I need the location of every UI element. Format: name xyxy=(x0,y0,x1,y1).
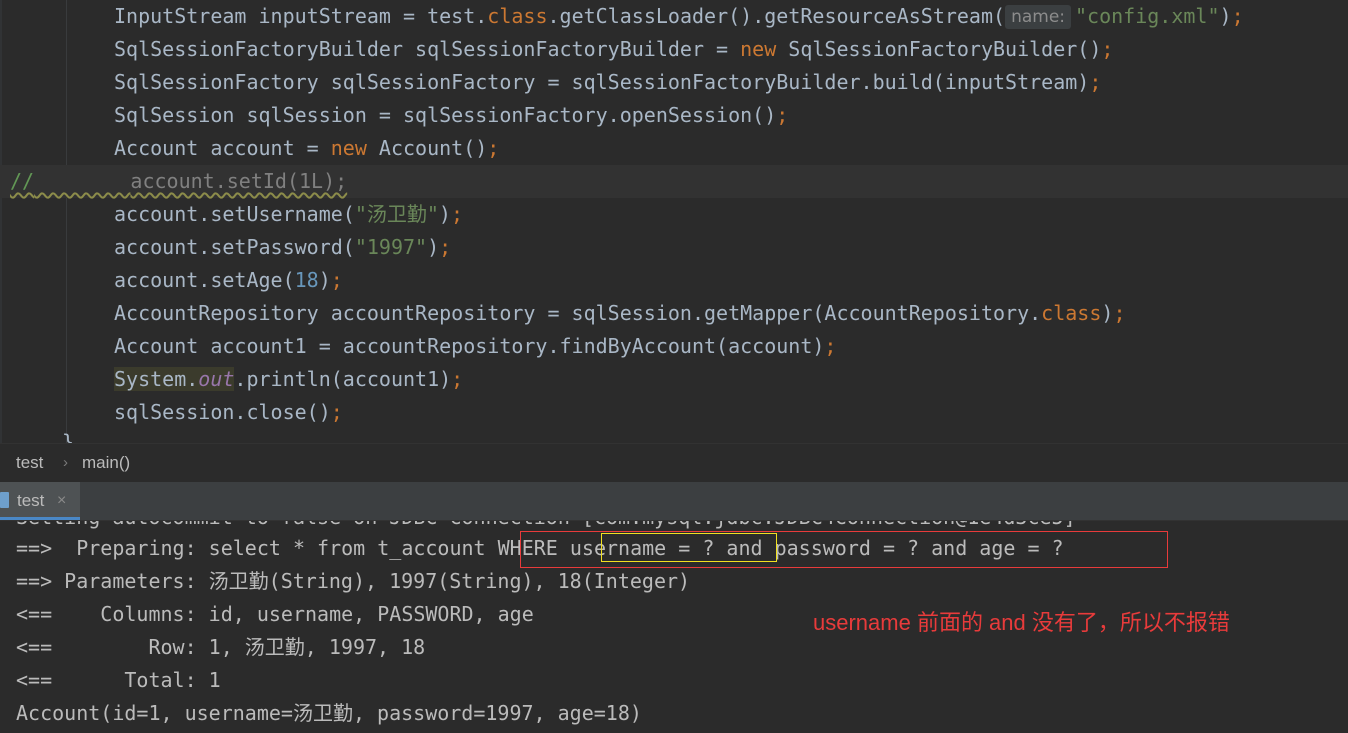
code-line-5[interactable]: Account account = new Account(); xyxy=(0,132,1348,165)
string-literal: "汤卫勤" xyxy=(354,202,439,226)
number-literal: 18 xyxy=(294,268,319,292)
comment-slashes: // xyxy=(10,169,35,193)
code-line-10[interactable]: AccountRepository accountRepository = sq… xyxy=(0,297,1348,330)
code-text: account.setUsername( xyxy=(114,202,355,226)
semicolon: ; xyxy=(330,268,343,292)
username-condition-highlight xyxy=(601,533,777,562)
code-text: .getClassLoader().getResourceAsStream( xyxy=(547,4,1006,28)
keyword: new xyxy=(740,37,777,61)
code-text: SqlSession sqlSession = sqlSessionFactor… xyxy=(114,103,777,127)
code-text: sqlSession.close() xyxy=(114,400,331,424)
code-line-1[interactable]: InputStream inputStream = test.class.get… xyxy=(0,0,1348,33)
chevron-right-icon: › xyxy=(63,454,68,471)
code-text: ) xyxy=(318,268,331,292)
run-config-icon xyxy=(0,492,9,508)
code-text: InputStream inputStream = test. xyxy=(114,4,488,28)
string-literal: "1997" xyxy=(354,235,428,259)
console-line-result: Account(id=1, username=汤卫勤, password=199… xyxy=(16,701,642,725)
code-text: ) xyxy=(1101,301,1114,325)
code-line-3[interactable]: SqlSessionFactory sqlSessionFactory = sq… xyxy=(0,66,1348,99)
keyword: class xyxy=(487,4,548,28)
line-comment: // account.setId(1L); xyxy=(10,165,347,198)
semicolon: ; xyxy=(824,334,837,358)
code-text: SqlSessionFactoryBuilder() xyxy=(776,37,1102,61)
keyword: class xyxy=(1041,301,1102,325)
run-tab[interactable]: test × xyxy=(0,482,80,520)
code-line-2[interactable]: SqlSessionFactoryBuilder sqlSessionFacto… xyxy=(0,33,1348,66)
code-line-7[interactable]: account.setUsername("汤卫勤"); xyxy=(0,198,1348,231)
console-line-parameters: ==> Parameters: 汤卫勤(String), 1997(String… xyxy=(16,569,691,593)
code-line-6-commented[interactable]: // account.setId(1L); xyxy=(0,165,1348,198)
code-text: Account account1 = accountRepository.fin… xyxy=(114,334,825,358)
code-text: ) xyxy=(1219,4,1232,28)
code-text: ) xyxy=(427,235,440,259)
console-output[interactable]: Setting autocommit to false on JDBC Conn… xyxy=(0,521,1348,733)
code-text: SqlSessionFactory sqlSessionFactory = sq… xyxy=(114,70,1090,94)
breadcrumb-class[interactable]: test xyxy=(16,444,43,482)
comment-spacing xyxy=(34,169,130,193)
code-line-11[interactable]: Account account1 = accountRepository.fin… xyxy=(0,330,1348,363)
run-tool-window-tabs: test × xyxy=(0,482,1348,521)
code-line-12[interactable]: System.out.println(account1); xyxy=(0,363,1348,396)
console-line-total: <== Total: 1 xyxy=(16,668,221,692)
semicolon: ; xyxy=(451,367,464,391)
breadcrumb: test › main() xyxy=(0,443,1348,482)
closing-brace: } xyxy=(62,430,75,443)
breadcrumb-method[interactable]: main() xyxy=(82,444,130,482)
annotation-note: username 前面的 and 没有了，所以不报错 xyxy=(813,610,1230,635)
code-line-4[interactable]: SqlSession sqlSession = sqlSessionFactor… xyxy=(0,99,1348,132)
keyword: new xyxy=(330,136,367,160)
semicolon: ; xyxy=(1113,301,1126,325)
semicolon: ; xyxy=(1231,4,1244,28)
code-text: .println(account1) xyxy=(234,367,452,391)
code-text: account.setPassword( xyxy=(114,235,355,259)
static-field: out xyxy=(198,367,235,391)
code-line-8[interactable]: account.setPassword("1997"); xyxy=(0,231,1348,264)
system-class: System. xyxy=(114,367,199,391)
semicolon: ; xyxy=(450,202,464,226)
code-text: Account account = xyxy=(114,136,331,160)
run-tab-label: test xyxy=(17,491,45,510)
parameter-hint: name: xyxy=(1005,5,1072,29)
close-icon[interactable]: × xyxy=(57,482,66,520)
code-text: account.setAge( xyxy=(114,268,295,292)
code-line-9[interactable]: account.setAge(18); xyxy=(0,264,1348,297)
semicolon: ; xyxy=(487,136,500,160)
semicolon: ; xyxy=(439,235,452,259)
code-editor[interactable]: InputStream inputStream = test.class.get… xyxy=(0,0,1348,443)
semicolon: ; xyxy=(776,103,789,127)
semicolon: ; xyxy=(1101,37,1114,61)
semicolon: ; xyxy=(1089,70,1102,94)
console-line-row: <== Row: 1, 汤卫勤, 1997, 18 xyxy=(16,635,426,659)
code-line-13[interactable]: sqlSession.close(); xyxy=(0,396,1348,429)
console-line-columns: <== Columns: id, username, PASSWORD, age xyxy=(16,602,534,626)
code-text: Account() xyxy=(366,136,488,160)
string-literal: "config.xml" xyxy=(1075,4,1220,28)
semicolon: ; xyxy=(330,400,343,424)
commented-code: account.setId(1L); xyxy=(130,169,348,193)
code-text: SqlSessionFactoryBuilder sqlSessionFacto… xyxy=(114,37,741,61)
code-text: ) xyxy=(438,202,451,226)
code-text: AccountRepository accountRepository = sq… xyxy=(114,301,1042,325)
